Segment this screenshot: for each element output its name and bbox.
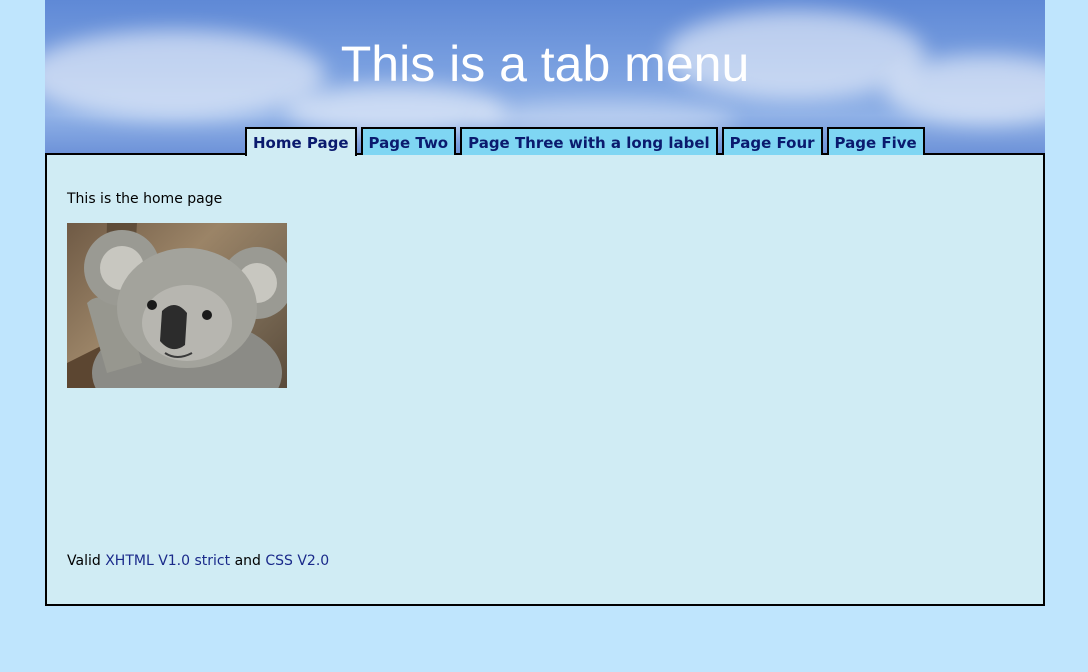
intro-text: This is the home page	[67, 191, 223, 207]
tab-page-three[interactable]: Page Three with a long label	[460, 127, 718, 155]
tab-home-page[interactable]: Home Page	[245, 127, 357, 156]
validation-footer: Valid XHTML V1.0 strict and CSS V2.0	[67, 553, 329, 569]
xhtml-link[interactable]: XHTML V1.0 strict	[105, 553, 230, 569]
footer-middle: and	[234, 553, 261, 569]
page-container: This is a tab menu Home Page Page Two Pa…	[45, 0, 1045, 606]
tab-page-two[interactable]: Page Two	[360, 127, 457, 155]
page-title: This is a tab menu	[340, 36, 750, 92]
tab-page-four[interactable]: Page Four	[721, 127, 823, 155]
tab-bar: Home Page Page Two Page Three with a lon…	[245, 127, 925, 156]
footer-prefix: Valid	[67, 553, 101, 569]
koala-illustration	[67, 223, 287, 388]
content-panel: This is the home page Valid XHTML V1.0 s…	[45, 153, 1045, 606]
koala-photo	[67, 223, 287, 388]
css-link[interactable]: CSS V2.0	[265, 553, 329, 569]
tab-page-five[interactable]: Page Five	[826, 127, 925, 155]
